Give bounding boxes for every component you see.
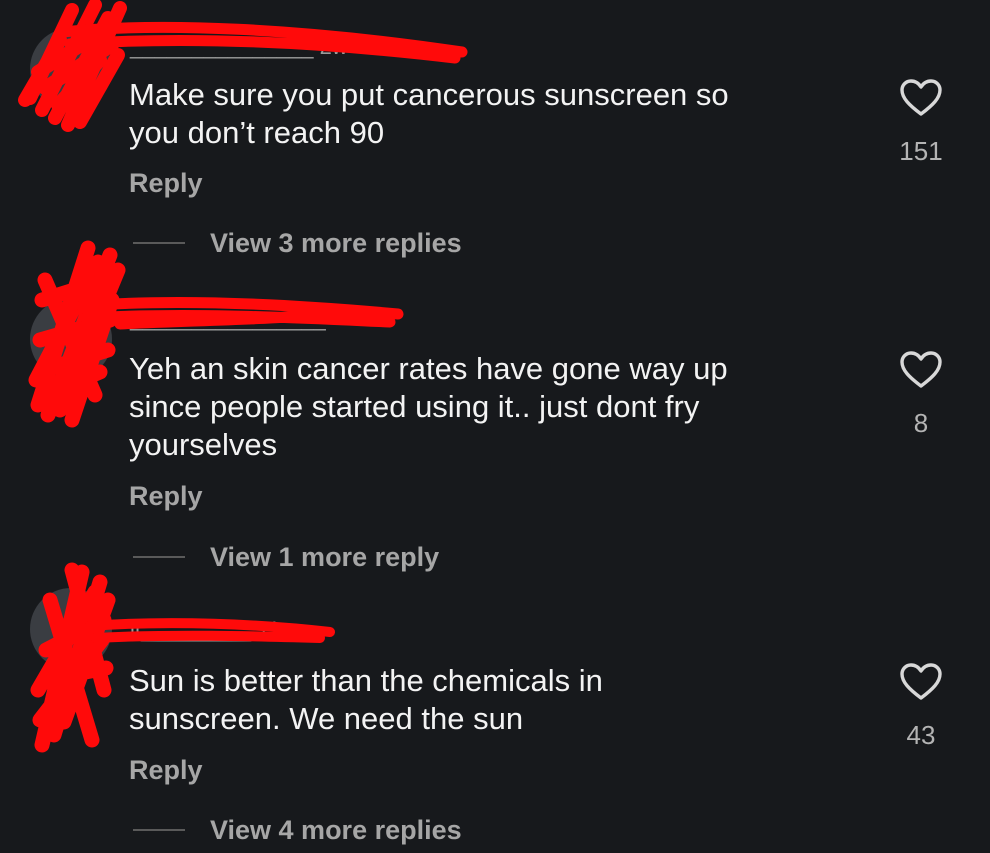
reply-button[interactable]: Reply bbox=[129, 755, 203, 786]
comment-text: Yeh an skin cancer rates have gone way u… bbox=[129, 351, 728, 462]
comment-text: Make sure you put cancerous sunscreen so… bbox=[129, 77, 729, 150]
comment-username[interactable]: it_________ 11w bbox=[130, 617, 296, 643]
avatar[interactable] bbox=[30, 588, 112, 670]
like-count: 8 bbox=[913, 408, 929, 438]
heart-outline-icon[interactable] bbox=[899, 78, 943, 118]
like-count: 151 bbox=[899, 136, 943, 166]
heart-outline-icon[interactable] bbox=[899, 662, 943, 702]
view-more-replies[interactable]: View 3 more replies bbox=[133, 226, 462, 260]
reply-button[interactable]: Reply bbox=[129, 481, 203, 512]
view-more-replies-label: View 1 more reply bbox=[210, 541, 440, 572]
comment-username[interactable]: ________________ bbox=[130, 306, 326, 332]
avatar[interactable] bbox=[30, 298, 112, 380]
avatar[interactable] bbox=[30, 28, 112, 110]
view-more-replies-label: View 4 more replies bbox=[210, 814, 462, 845]
divider-line bbox=[133, 829, 185, 831]
reply-button[interactable]: Reply bbox=[129, 168, 203, 199]
like-count: 43 bbox=[906, 720, 936, 750]
view-more-replies[interactable]: View 1 more reply bbox=[133, 540, 439, 574]
comment-text: Sun is better than the chemicals in suns… bbox=[129, 663, 603, 736]
view-more-replies[interactable]: View 4 more replies bbox=[133, 813, 462, 847]
divider-line bbox=[133, 242, 185, 244]
view-more-replies-label: View 3 more replies bbox=[210, 227, 462, 258]
heart-outline-icon[interactable] bbox=[899, 350, 943, 390]
comment-username[interactable]: _______________ 2w bbox=[130, 34, 348, 60]
divider-line bbox=[133, 556, 185, 558]
